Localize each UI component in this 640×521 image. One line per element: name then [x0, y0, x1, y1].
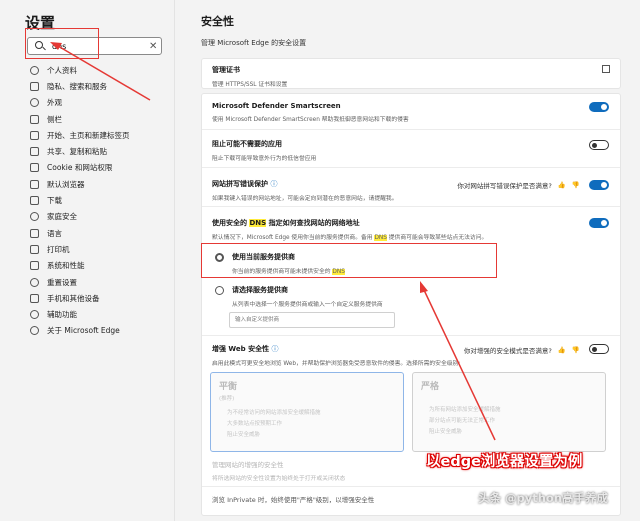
enhanced-security-desc: 启用此模式可更安全地浏览 Web，并帮助保护浏览器免受恶意软件的侵害。选择所需的… [212, 361, 461, 367]
sidebar: 设置 ✕ 个人资料 隐私、搜索和服务 外观 侧栏 开始、主页和新建标签页 共享、… [0, 0, 175, 521]
share-icon [30, 147, 39, 157]
system-icon [30, 261, 39, 271]
sidebar-item-share[interactable]: 共享、复制和粘贴 [30, 143, 170, 159]
sidebar-item-languages[interactable]: 语言 [30, 225, 170, 241]
sidebar-nav: 个人资料 隐私、搜索和服务 外观 侧栏 开始、主页和新建标签页 共享、复制和粘贴… [30, 62, 170, 339]
phone-icon [30, 293, 39, 303]
pua-toggle[interactable] [589, 140, 609, 150]
sidebar-item-downloads[interactable]: 下载 [30, 192, 170, 208]
reset-icon [30, 277, 39, 287]
help-icon[interactable]: ⓘ [270, 180, 277, 188]
secure-dns-title: 使用安全的 DNS 指定如何查找网站的网络地址 [212, 219, 360, 227]
sidebar-item-printers[interactable]: 打印机 [30, 241, 170, 257]
sidebar-item-appearance[interactable]: 外观 [30, 95, 170, 111]
divider [202, 167, 620, 168]
sidebar-item-reset[interactable]: 重置设置 [30, 274, 170, 290]
thumbs-down-icon[interactable]: 👎 [572, 346, 580, 354]
thumbs-up-icon[interactable]: 👍 [558, 346, 566, 354]
secure-dns-toggle[interactable] [589, 218, 609, 228]
divider [202, 486, 620, 487]
sidebar-item-start-home[interactable]: 开始、主页和新建标签页 [30, 127, 170, 143]
exceptions-desc: 将所选网站的安全性设置为始终处于打开或关闭状态 [212, 476, 346, 482]
sidebar-item-privacy[interactable]: 隐私、搜索和服务 [30, 78, 170, 94]
sidebar-item-about[interactable]: 关于 Microsoft Edge [30, 323, 170, 339]
printer-icon [30, 244, 39, 254]
custom-provider-input[interactable] [229, 312, 395, 328]
download-icon [30, 196, 39, 206]
clear-search-icon[interactable]: ✕ [149, 41, 157, 52]
search-highlight-box [25, 28, 99, 59]
divider [202, 129, 620, 130]
annotation-caption: 以edge浏览器设置为例 [426, 454, 583, 470]
page-subtitle: 管理 Microsoft Edge 的安全设置 [201, 39, 307, 47]
person-icon [30, 65, 39, 75]
typo-toggle[interactable] [589, 180, 609, 190]
strict-mode-card[interactable]: 严格 为所有网站添加安全缓解措施 部分站点可能无法正常工作 阻止安全威胁 [412, 372, 606, 452]
choose-provider-option: 请选择服务提供商 从列表中选择一个服务提供商或输入一个自定义服务提供商 [232, 286, 383, 308]
home-icon [30, 130, 39, 140]
sidebar-item-default-browser[interactable]: 默认浏览器 [30, 176, 170, 192]
sidebar-item-accessibility[interactable]: 辅助功能 [30, 306, 170, 322]
family-icon [30, 212, 39, 222]
manage-certificates-title: 管理证书 [212, 66, 240, 74]
divider [202, 206, 620, 207]
choose-provider-radio[interactable] [215, 286, 224, 295]
accessibility-icon [30, 310, 39, 320]
pua-desc: 阻止下载可能导致意外行为的低信誉应用 [212, 156, 317, 162]
external-link-icon[interactable] [602, 65, 610, 73]
typo-feedback: 你对网站拼写错误保护是否满意? 👍 👎 [457, 181, 580, 190]
enhanced-security-toggle[interactable] [589, 344, 609, 354]
thumbs-down-icon[interactable]: 👎 [572, 181, 580, 189]
cookie-icon [30, 163, 39, 173]
lock-icon [30, 81, 39, 91]
help-icon[interactable]: ⓘ [272, 345, 279, 353]
palette-icon [30, 98, 39, 108]
sidebar-item-cookies[interactable]: Cookie 和网站权限 [30, 160, 170, 176]
smartscreen-toggle[interactable] [589, 102, 609, 112]
sidebar-item-family[interactable]: 家庭安全 [30, 209, 170, 225]
thumbs-up-icon[interactable]: 👍 [558, 181, 566, 189]
manage-certificates-desc: 管理 HTTPS/SSL 证书和设置 [212, 82, 288, 88]
typo-protection-desc: 如果我键入错误的网站地址，可能会定向到潜在的恶意网站，请提醒我。 [212, 196, 398, 202]
browser-icon [30, 179, 39, 189]
pua-title: 阻止可能不需要的应用 [212, 140, 282, 148]
enhanced-feedback: 你对增强的安全模式是否满意? 👍 👎 [463, 346, 580, 355]
dns-option-highlight-box [201, 243, 497, 278]
edge-icon [30, 326, 39, 336]
sidebar-icon [30, 114, 39, 124]
page-title: 安全性 [201, 15, 234, 28]
smartscreen-title: Microsoft Defender Smartscreen [212, 102, 341, 110]
divider [202, 335, 620, 336]
sidebar-item-sidebar[interactable]: 侧栏 [30, 111, 170, 127]
smartscreen-desc: 使用 Microsoft Defender SmartScreen 帮助我抵御恶… [212, 117, 409, 123]
manage-certificates-card[interactable]: 管理证书 管理 HTTPS/SSL 证书和设置 [201, 58, 621, 89]
sidebar-item-profile[interactable]: 个人资料 [30, 62, 170, 78]
balanced-mode-card[interactable]: 平衡 (推荐) 为不经常访问的网站添加安全缓解措施 大多数站点按预期工作 阻止安… [210, 372, 404, 452]
sidebar-item-system[interactable]: 系统和性能 [30, 258, 170, 274]
secure-dns-desc: 默认情况下，Microsoft Edge 使用你当前的服务提供商。备用 DNS … [212, 235, 488, 241]
sidebar-item-phone[interactable]: 手机和其他设备 [30, 290, 170, 306]
watermark: 头条 @python高手养成 [478, 491, 609, 505]
language-icon [30, 228, 39, 238]
